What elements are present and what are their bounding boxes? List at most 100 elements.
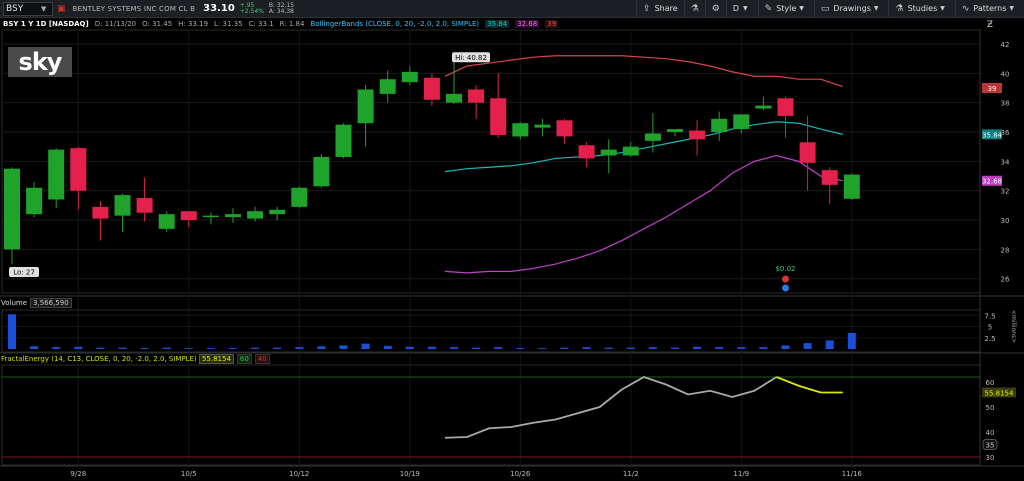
candle-body bbox=[578, 145, 595, 159]
volume-bar bbox=[383, 345, 392, 349]
volume-bar bbox=[847, 332, 856, 349]
volume-bar bbox=[582, 347, 591, 349]
time-tick-label: 11/2 bbox=[623, 470, 639, 478]
volume-bar bbox=[560, 347, 569, 349]
candle-body bbox=[70, 148, 87, 191]
candle-body bbox=[821, 170, 838, 185]
candle-body bbox=[114, 195, 131, 216]
candle-body bbox=[158, 214, 175, 229]
fe-value-badge: 55.8154 bbox=[985, 389, 1014, 397]
price-tick-label: 38 bbox=[1001, 100, 1010, 108]
price-tick-label: 40 bbox=[1001, 70, 1010, 78]
volume-bar bbox=[604, 347, 613, 349]
fractal-energy-value: 55.8154 bbox=[198, 354, 234, 364]
volume-bar bbox=[229, 348, 237, 349]
volume-bar bbox=[162, 347, 171, 349]
candle-body bbox=[556, 120, 573, 137]
candle-body bbox=[711, 118, 728, 133]
volume-bar bbox=[339, 345, 348, 349]
fractal-energy-label: FractalEnergy (14, C13, CLOSE, 0, 20, -2… bbox=[1, 355, 197, 363]
volume-bar bbox=[737, 347, 746, 349]
candle-body bbox=[357, 89, 374, 124]
candle-body bbox=[180, 211, 197, 221]
thinkorswim-chart-window: ▼ ▣ BENTLEY SYSTEMS INC COM CL B 33.10 +… bbox=[0, 0, 1024, 481]
volume-bar bbox=[472, 347, 481, 349]
volume-label: Volume bbox=[1, 299, 28, 307]
fe-extra-badge: 35 bbox=[986, 442, 995, 450]
candle-body bbox=[622, 146, 639, 156]
upper-band-badge: 39 bbox=[988, 85, 997, 93]
time-tick-label: 10/19 bbox=[400, 470, 420, 478]
volume-bar bbox=[803, 343, 812, 349]
candle-body bbox=[291, 187, 308, 207]
volume-bar bbox=[52, 347, 61, 349]
volume-bar bbox=[118, 347, 127, 349]
candle-body bbox=[313, 156, 330, 187]
volume-study-label: Volume 3,566,590 bbox=[1, 298, 72, 308]
candle-body bbox=[48, 149, 65, 200]
zoom-icon: Ƶ bbox=[987, 20, 993, 30]
earnings-marker-icon bbox=[782, 284, 789, 292]
candle-body bbox=[269, 209, 286, 215]
volume-bar bbox=[516, 348, 525, 349]
price-tick-label: 42 bbox=[1001, 41, 1010, 49]
candle-body bbox=[335, 124, 352, 157]
volume-bar bbox=[251, 347, 260, 349]
candle-body bbox=[534, 124, 551, 128]
candle-body bbox=[644, 133, 661, 141]
candle-body bbox=[689, 130, 706, 140]
time-tick-label: 9/28 bbox=[70, 470, 86, 478]
volume-bar bbox=[693, 346, 702, 349]
candle-body bbox=[247, 211, 264, 219]
low-label: Lo: 27 bbox=[13, 269, 35, 277]
volume-bar bbox=[361, 343, 370, 349]
candle-body bbox=[423, 77, 440, 100]
volume-bar bbox=[74, 346, 83, 349]
sky-logo: sky bbox=[8, 47, 72, 77]
volume-bar bbox=[781, 345, 790, 349]
volume-bar bbox=[184, 348, 193, 349]
candle-body bbox=[92, 206, 109, 219]
time-tick-label: 11/9 bbox=[733, 470, 749, 478]
dividend-marker-icon bbox=[782, 275, 789, 283]
price-tick-label: 32 bbox=[1001, 188, 1010, 196]
fractal-energy-panel bbox=[1, 364, 981, 466]
price-tick-label: 34 bbox=[1001, 158, 1010, 166]
candle-body bbox=[401, 71, 418, 83]
volume-tick-label: 2.5 bbox=[984, 335, 995, 343]
volume-bar bbox=[427, 346, 436, 349]
high-label: Hi: 40.82 bbox=[455, 54, 487, 62]
volume-bar bbox=[759, 347, 768, 349]
candle-body bbox=[202, 215, 219, 218]
volume-bar bbox=[30, 346, 39, 349]
volume-bar bbox=[825, 340, 834, 349]
volume-bar bbox=[317, 346, 326, 349]
candle-body bbox=[136, 198, 153, 213]
volume-bar bbox=[671, 347, 679, 349]
price-tick-label: 26 bbox=[1001, 276, 1010, 284]
volume-axis-unit: <millions> bbox=[1010, 310, 1017, 344]
candle-body bbox=[755, 105, 772, 109]
volume-bar bbox=[206, 348, 215, 349]
fe-tick-label: 60 bbox=[986, 379, 995, 387]
price-tick-label: 30 bbox=[1001, 217, 1010, 225]
volume-bar bbox=[295, 347, 304, 349]
time-tick-label: 10/5 bbox=[181, 470, 197, 478]
candle-body bbox=[468, 89, 485, 103]
fractal-energy-study-label[interactable]: FractalEnergy (14, C13, CLOSE, 0, 20, -2… bbox=[1, 354, 270, 364]
price-tick-label: 28 bbox=[1001, 246, 1010, 254]
chart-canvas[interactable]: 4240383634323028269/28 10/5 10/12 10/19 10/2… bbox=[0, 0, 1024, 481]
volume-bar bbox=[8, 314, 16, 349]
candle-body bbox=[512, 123, 529, 137]
candle-body bbox=[4, 168, 20, 250]
volume-value: 3,566,590 bbox=[30, 298, 72, 308]
candle-body bbox=[600, 149, 617, 156]
fractal-energy-lower: 40 bbox=[254, 354, 270, 364]
volume-bar bbox=[715, 347, 724, 349]
fe-tick-label: 50 bbox=[986, 404, 995, 412]
candle-body bbox=[777, 98, 794, 116]
volume-bar bbox=[273, 347, 282, 349]
lower-band-badge: 32.68 bbox=[982, 178, 1002, 186]
volume-bar bbox=[405, 346, 414, 349]
volume-bar bbox=[626, 347, 635, 349]
